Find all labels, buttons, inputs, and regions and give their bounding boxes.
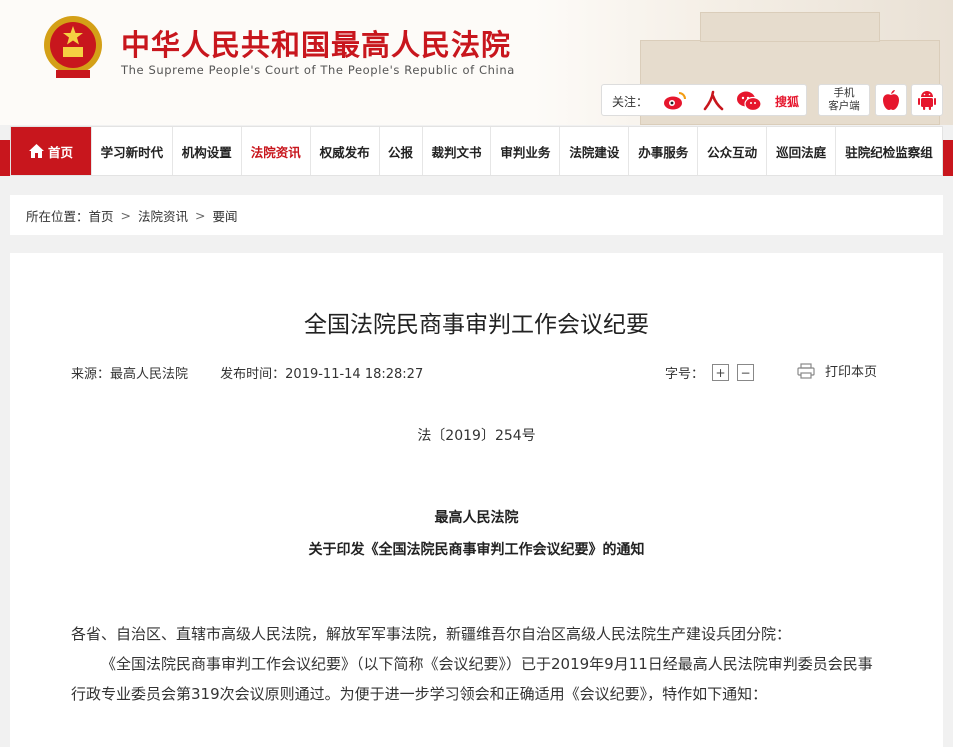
font-size-label: 字号： bbox=[665, 367, 705, 382]
body-paragraph: 《全国法院民商事审判工作会议纪要》（以下简称《会议纪要》）已于2019年9月11… bbox=[71, 655, 873, 703]
article-body: 各省、自治区、直辖市高级人民法院，解放军军事法院，新疆维吾尔自治区高级人民法院生… bbox=[71, 619, 883, 709]
android-icon bbox=[918, 91, 936, 110]
follow-bar: 关注： 搜狐 bbox=[601, 84, 807, 116]
nav-item-judgments[interactable]: 裁判文书 bbox=[423, 127, 492, 175]
nav-item-release[interactable]: 权威发布 bbox=[311, 127, 380, 175]
article-title: 全国法院民商事审判工作会议纪要 bbox=[304, 312, 649, 338]
breadcrumb-separator: > bbox=[120, 207, 132, 223]
font-decrease-button[interactable]: − bbox=[737, 364, 755, 381]
nav-item-circuit[interactable]: 巡回法庭 bbox=[767, 127, 837, 175]
breadcrumb: 所在位置： 首页 > 法院资讯 > 要闻 bbox=[10, 195, 943, 235]
nav-item-news[interactable]: 法院资讯 bbox=[242, 127, 311, 175]
apple-icon bbox=[883, 90, 899, 110]
site-title-cn[interactable]: 中华人民共和国最高人民法院 bbox=[121, 22, 511, 64]
android-app-button[interactable] bbox=[911, 84, 943, 116]
article-source: 来源：最高人民法院 bbox=[71, 367, 189, 382]
font-increase-button[interactable]: + bbox=[712, 364, 730, 381]
breadcrumb-separator: > bbox=[195, 207, 206, 223]
breadcrumb-home[interactable]: 首页 bbox=[89, 206, 114, 225]
apple-app-button[interactable] bbox=[875, 84, 907, 116]
printer-icon bbox=[797, 362, 815, 379]
client-label-line1: 手机 bbox=[833, 87, 855, 99]
document-number: 法〔2019〕254号 bbox=[417, 428, 536, 444]
nav-item-xuexi[interactable]: 学习新时代 bbox=[92, 127, 173, 175]
site-header: 中华人民共和国最高人民法院 The Supreme People's Court… bbox=[0, 0, 953, 125]
client-label-line2: 客户端 bbox=[828, 100, 860, 112]
breadcrumb-news[interactable]: 法院资讯 bbox=[138, 206, 188, 225]
article-publish-time: 发布时间：2019-11-14 18:28:27 bbox=[220, 367, 424, 382]
font-size-control: 字号： + − bbox=[665, 363, 755, 382]
mobile-client-link[interactable]: 手机 客户端 bbox=[818, 84, 870, 116]
body-paragraph: 各省、自治区、直辖市高级人民法院，解放军军事法院，新疆维吾尔自治区高级人民法院生… bbox=[71, 625, 792, 643]
article-meta: 来源：最高人民法院 发布时间：2019-11-14 18:28:27 bbox=[71, 363, 423, 382]
document-issuer: 最高人民法院 bbox=[434, 510, 519, 526]
weibo-icon[interactable] bbox=[662, 89, 688, 113]
nav-item-construction[interactable]: 法院建设 bbox=[560, 127, 630, 175]
print-label: 打印本页 bbox=[825, 365, 878, 380]
home-icon bbox=[28, 144, 44, 158]
article-panel: 全国法院民商事审判工作会议纪要 来源：最高人民法院 发布时间：2019-11-1… bbox=[10, 253, 943, 747]
national-emblem-icon bbox=[44, 16, 102, 78]
nav-item-home[interactable]: 首页 bbox=[11, 127, 92, 175]
renmin-icon[interactable] bbox=[700, 89, 726, 113]
follow-label: 关注： bbox=[612, 95, 649, 109]
nav-item-trial[interactable]: 审判业务 bbox=[491, 127, 561, 175]
breadcrumb-current[interactable]: 要闻 bbox=[213, 206, 238, 225]
wechat-icon[interactable] bbox=[736, 89, 762, 113]
nav-item-jigou[interactable]: 机构设置 bbox=[173, 127, 242, 175]
building-roof-graphic bbox=[700, 12, 880, 42]
main-nav: 首页 学习新时代 机构设置 法院资讯 权威发布 公报 裁判文书 审判业务 法院建… bbox=[10, 126, 943, 176]
sohu-icon[interactable]: 搜狐 bbox=[772, 89, 802, 113]
nav-item-label: 首页 bbox=[47, 144, 73, 160]
document-subtitle: 关于印发《全国法院民商事审判工作会议纪要》的通知 bbox=[308, 542, 645, 558]
site-title-en: The Supreme People's Court of The People… bbox=[121, 63, 515, 77]
nav-item-interaction[interactable]: 公众互动 bbox=[698, 127, 768, 175]
nav-item-services[interactable]: 办事服务 bbox=[629, 127, 699, 175]
print-button[interactable]: 打印本页 bbox=[797, 361, 877, 380]
nav-item-discipline[interactable]: 驻院纪检监察组 bbox=[836, 127, 942, 175]
nav-item-gazette[interactable]: 公报 bbox=[380, 127, 423, 175]
breadcrumb-prefix: 所在位置： bbox=[26, 208, 89, 224]
